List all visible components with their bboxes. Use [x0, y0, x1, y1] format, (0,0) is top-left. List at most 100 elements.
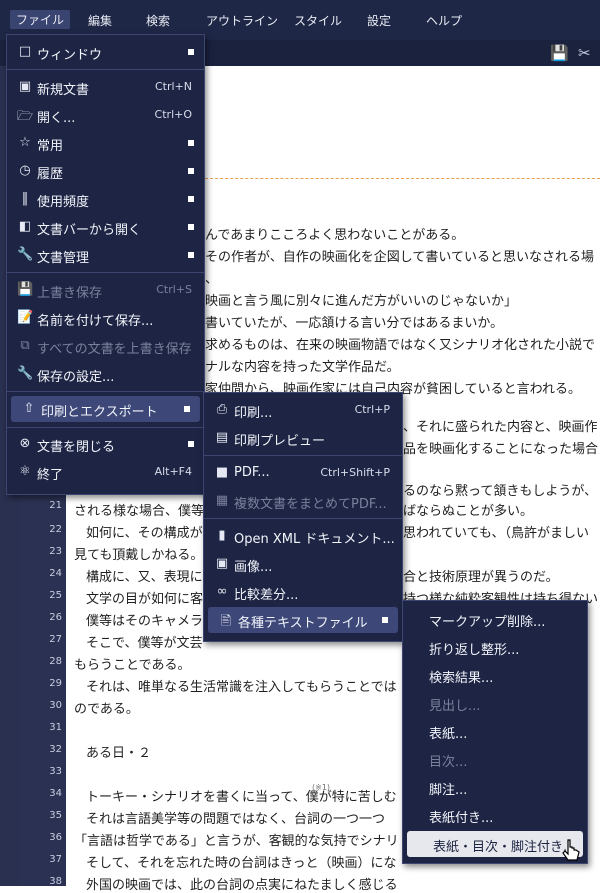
submenu-indicator [188, 168, 194, 174]
menu-help[interactable]: ヘルプ [426, 12, 462, 29]
line-number: 33 [49, 766, 62, 777]
exit-icon: ⚛ [19, 464, 31, 479]
export-menu-open-xml[interactable]: ▮ Open XML ドキュメント... [204, 523, 402, 549]
compare-icon: ∞ [216, 584, 228, 599]
footnote-marker: (※1) [312, 783, 331, 792]
save-icon[interactable]: 💾 [550, 44, 569, 62]
line-number: 38 [49, 876, 62, 887]
doc-line: ある日・２ [86, 746, 152, 761]
line-number: 27 [49, 634, 62, 645]
line-number: 26 [49, 612, 62, 623]
scissors-icon[interactable]: ✂ [578, 44, 591, 62]
menu-file[interactable]: ファイル [10, 10, 71, 29]
doc-line: るのなら黙って頷きもしようが、 [403, 484, 598, 499]
file-menu-document-management[interactable]: 🔧 文書管理 [7, 242, 204, 268]
line-number: 28 [49, 656, 62, 667]
doc-line: 「言語は哲学である」と言うが、客観的な気持でシナリ [74, 834, 399, 849]
text-menu-headings: 見出し... [429, 699, 481, 714]
document-icon: ▮ [218, 528, 226, 543]
line-number: 34 [49, 788, 62, 799]
file-menu-history[interactable]: ◷ 履歴 [7, 158, 204, 184]
menu-separator [7, 391, 204, 392]
doc-line: 映画と言う風に別々に進んだ方がいいのじゃないか」 [205, 294, 518, 309]
history-icon: ◷ [19, 163, 31, 178]
star-icon: ☆ [19, 135, 31, 150]
export-menu-compare[interactable]: ∞ 比較差分... [204, 579, 402, 605]
menu-search[interactable]: 検索 [146, 12, 170, 29]
file-menu-save-all: ⧉ すべての文書を上書き保存 [7, 333, 204, 359]
menu-separator [204, 518, 402, 519]
menu-outline[interactable]: アウトライン [206, 12, 278, 29]
submenu-indicator [188, 140, 194, 146]
export-menu-image[interactable]: ▣ 画像... [204, 551, 402, 577]
doc-line: その作者が、自作の映画化を企図して書いていると思いなされる場 [205, 250, 594, 265]
line-number: 30 [49, 700, 62, 711]
pdf-icon: ■ [215, 465, 229, 480]
file-menu-window[interactable]: □ ウィンドウ [7, 39, 204, 65]
settings-wrench-icon: 🔧 [17, 366, 34, 381]
text-menu-toc: 目次... [429, 755, 468, 770]
submenu-indicator [184, 406, 190, 412]
text-file-icon: 🖹 [220, 614, 232, 629]
export-submenu: ⎙ 印刷... Ctrl+P ▤ 印刷プレビュー ■ PDF... Ctrl+S… [203, 392, 403, 642]
submenu-indicator [188, 252, 194, 258]
doc-line: 見ても頂戴しかねる。 [74, 548, 204, 563]
file-menu-frequency[interactable]: ‖ 使用頻度 [7, 186, 204, 212]
doc-line: んであまりこころよく思わないことがある。 [205, 228, 465, 243]
doc-line: される様な場合、僕等 [74, 504, 205, 519]
line-number: 35 [49, 810, 62, 821]
doc-line: 思われていても、（鳥許がましい [403, 526, 590, 541]
submenu-indicator [188, 196, 194, 202]
doc-line: のである。 [74, 702, 139, 717]
export-menu-text-files[interactable]: 🖹 各種テキストファイル [208, 607, 398, 633]
file-menu: □ ウィンドウ ▣ 新規文書 Ctrl+N 🗁 開く... Ctrl+O ☆ 常… [6, 34, 205, 495]
doc-line: ナルな内容を持った文学作品だ。 [205, 360, 400, 375]
doc-line: 僕等はそのキャメラ [86, 614, 204, 629]
menu-style[interactable]: スタイル [294, 12, 342, 29]
submenu-indicator [382, 617, 388, 623]
export-menu-print-preview[interactable]: ▤ 印刷プレビュー [204, 425, 402, 451]
page-break-line [200, 178, 600, 179]
menu-separator [7, 427, 204, 428]
submenu-indicator [188, 441, 194, 447]
line-number: 29 [49, 678, 62, 689]
line-number: 36 [49, 832, 62, 843]
doc-line: 合と技術原理が異うのだ。 [403, 570, 559, 585]
file-menu-open[interactable]: 🗁 開く... Ctrl+O [7, 102, 204, 128]
doc-line: トーキー・シナリオを書くに当って、僕が特に苦しむ [86, 790, 397, 805]
menu-separator [7, 272, 204, 273]
file-menu-print-export[interactable]: ⇧ 印刷とエクスポート [11, 396, 200, 422]
doc-line: それは、唯単なる生活常識を注入してもらうことでは [86, 680, 397, 695]
file-menu-save-as[interactable]: 📝 名前を付けて保存... [7, 305, 204, 331]
menu-settings[interactable]: 設定 [367, 12, 391, 29]
save-all-icon: ⧉ [20, 338, 30, 353]
text-menu-cover-toc-footnotes[interactable]: 表紙・目次・脚注付き... [407, 831, 583, 857]
doc-line: そこで、僕等が文芸 [86, 636, 203, 651]
file-menu-open-from-bar[interactable]: ◧ 文書バーから開く [7, 214, 204, 240]
line-number: 21 [49, 500, 62, 511]
file-menu-exit[interactable]: ⚛ 終了 Alt+F4 [7, 459, 204, 485]
line-number: 31 [49, 722, 62, 733]
export-menu-print[interactable]: ⎙ 印刷... Ctrl+P [204, 397, 402, 423]
line-number: 24 [49, 568, 62, 579]
text-menu-cover[interactable]: 表紙... [403, 718, 587, 744]
menu-edit[interactable]: 編集 [88, 12, 112, 29]
document-bar-icon: ◧ [18, 219, 32, 234]
text-menu-with-cover[interactable]: 表紙付き... [403, 802, 587, 828]
line-number: 25 [49, 590, 62, 601]
doc-line: 書いていたが、一応頷ける言い分ではあるまいか。 [205, 316, 504, 331]
save-icon: 💾 [17, 282, 34, 297]
file-menu-favorites[interactable]: ☆ 常用 [7, 130, 204, 156]
text-menu-footnotes[interactable]: 脚注... [403, 774, 587, 800]
file-menu-save-settings[interactable]: 🔧 保存の設定... [7, 361, 204, 387]
text-menu-wrap-format[interactable]: 折り返し整形... [403, 634, 587, 660]
doc-line: 文学の目が如何に客 [86, 592, 204, 607]
file-menu-new-document[interactable]: ▣ 新規文書 Ctrl+N [7, 74, 204, 100]
text-menu-search-results[interactable]: 検索結果... [403, 662, 587, 688]
export-menu-pdf[interactable]: ■ PDF... Ctrl+Shift+P [204, 460, 402, 486]
line-number: 32 [49, 744, 62, 755]
text-menu-remove-markup[interactable]: マークアップ削除... [403, 606, 587, 632]
line-number: 37 [49, 854, 62, 865]
doc-line: それは言語美学等の問題ではなく、台詞の一つ一つ [86, 812, 386, 827]
file-menu-close-document[interactable]: ⊗ 文書を閉じる [7, 431, 204, 457]
